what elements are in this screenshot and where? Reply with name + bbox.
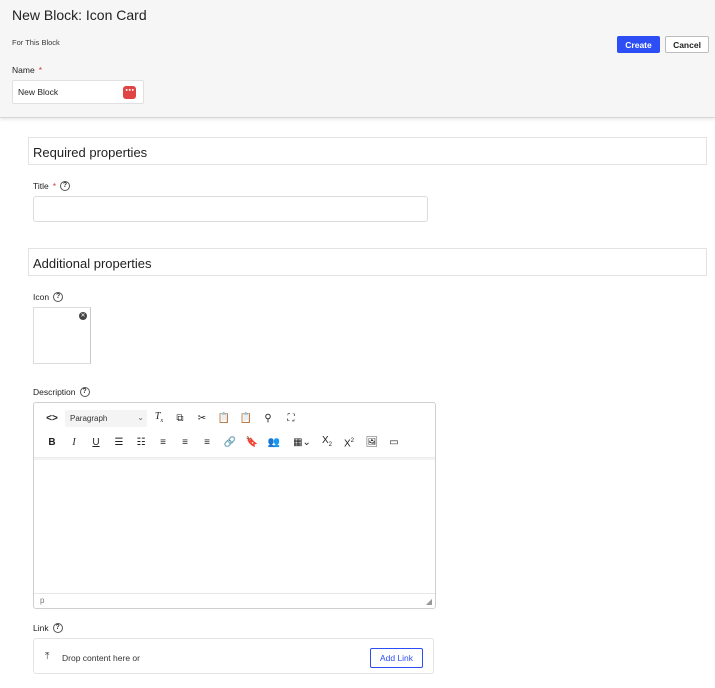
align-right-icon[interactable]: ≡ (200, 436, 214, 450)
cut-icon[interactable]: ✂ (195, 412, 209, 426)
personalize-icon[interactable]: 👥 (267, 436, 281, 450)
align-left-icon[interactable]: ≡ (156, 436, 170, 450)
help-icon[interactable]: ? (60, 181, 71, 191)
italic-icon[interactable]: I (67, 436, 81, 450)
toolbar-divider (34, 457, 435, 460)
help-icon[interactable]: ? (53, 292, 64, 302)
format-select[interactable]: Paragraph ⌄ (65, 410, 147, 427)
bold-icon[interactable]: B (45, 436, 59, 450)
page-title: New Block: Icon Card (12, 7, 147, 23)
required-properties-section: Required properties (28, 137, 707, 165)
media-icon[interactable]: ▭ (387, 436, 401, 450)
help-icon[interactable]: ? (52, 623, 63, 633)
clear-icon[interactable]: ✕ (79, 312, 87, 320)
ellipsis-badge-icon[interactable]: ⋯ (123, 86, 136, 99)
superscript-icon[interactable]: X2 (342, 434, 356, 451)
description-label-text: Description (33, 387, 76, 397)
numbered-list-icon[interactable]: ☷ (134, 436, 148, 450)
editor-status-bar: p ◢ (34, 593, 435, 608)
help-icon[interactable]: ? (79, 387, 90, 397)
icon-picker[interactable]: ✕ (33, 307, 91, 364)
header-bar: New Block: Icon Card For This Block Crea… (0, 0, 715, 118)
subscript-icon[interactable]: X2 (320, 434, 334, 452)
link-label-text: Link (33, 623, 49, 633)
description-label: Description? (33, 387, 90, 397)
title-input[interactable] (33, 196, 428, 222)
image-icon[interactable]: 🖼 (365, 436, 379, 450)
required-marker: * (38, 65, 42, 75)
name-input-value[interactable]: New Block (18, 87, 58, 97)
link-icon[interactable]: 🔗 (223, 436, 237, 450)
icon-label-text: Icon (33, 292, 50, 302)
rich-text-editor[interactable]: <> Paragraph ⌄ Tx ⧉ ✂ 📋 📋 ⚲ ⛶ B I U ☰ ☷ … (33, 402, 436, 609)
bullet-list-icon[interactable]: ☰ (112, 436, 126, 450)
link-label: Link? (33, 623, 63, 633)
paste-text-icon[interactable]: 📋 (239, 412, 253, 426)
required-marker: * (52, 181, 57, 191)
clear-format-icon[interactable]: Tx (152, 410, 166, 428)
link-dropzone[interactable]: ⤒ Drop content here or Add Link (33, 638, 434, 674)
editor-toolbar-row-2: B I U ☰ ☷ ≡ ≡ ≡ 🔗 🔖 👥 ▦⌄ X2 X2 🖼 ▭ (34, 432, 435, 454)
additional-properties-heading: Additional properties (33, 256, 152, 271)
page-subtitle: For This Block (12, 38, 60, 47)
editor-toolbar-row-1: <> Paragraph ⌄ Tx ⧉ ✂ 📋 📋 ⚲ ⛶ (34, 408, 435, 430)
required-properties-heading: Required properties (33, 145, 148, 160)
name-label-text: Name (12, 65, 35, 75)
align-center-icon[interactable]: ≡ (178, 436, 192, 450)
resize-handle-icon[interactable]: ◢ (426, 597, 432, 606)
copy-icon[interactable]: ⧉ (173, 412, 187, 426)
search-icon[interactable]: ⚲ (261, 412, 275, 426)
element-path[interactable]: p (40, 596, 44, 605)
upload-icon: ⤒ (45, 651, 50, 662)
underline-icon[interactable]: U (89, 436, 103, 450)
add-link-button[interactable]: Add Link (370, 648, 423, 668)
chevron-down-icon: ⌄ (137, 413, 144, 422)
title-label: Title *? (33, 181, 71, 191)
code-view-icon[interactable]: <> (45, 412, 59, 426)
fullscreen-icon[interactable]: ⛶ (284, 412, 298, 426)
format-select-value: Paragraph (70, 414, 108, 423)
bookmark-icon[interactable]: 🔖 (245, 436, 259, 450)
create-button[interactable]: Create (617, 36, 660, 53)
additional-properties-section: Additional properties (28, 248, 707, 276)
table-icon[interactable]: ▦⌄ (291, 436, 313, 450)
name-field[interactable]: New Block ⋯ (12, 80, 144, 104)
dropzone-text: Drop content here or (62, 653, 140, 663)
name-label: Name * (12, 65, 42, 75)
icon-label: Icon? (33, 292, 64, 302)
paste-icon[interactable]: 📋 (217, 412, 231, 426)
title-label-text: Title (33, 181, 49, 191)
cancel-button[interactable]: Cancel (665, 36, 709, 53)
